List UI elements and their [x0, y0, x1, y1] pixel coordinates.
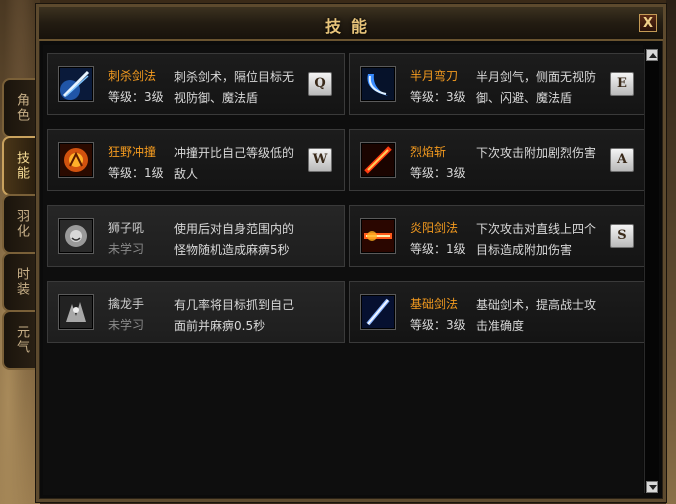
skill-description: 基础剑术，提高战士攻击准确度 [476, 298, 597, 333]
crescent-blade-icon [362, 68, 394, 100]
skill-level: 未学习 [108, 242, 145, 256]
skill-name: 烈焰斩 [410, 145, 447, 159]
skill-name: 狂野冲撞 [108, 145, 157, 159]
hotkey-button[interactable]: A [610, 148, 634, 172]
skill-description: 使用后对自身范围内的怪物随机造成麻痹5秒 [174, 222, 295, 257]
skills-list: 刺杀剑法 等级：3级 刺杀剑术，隔位目标无视防御、魔法盾 Q 半月弯刀 等级：3… [43, 45, 647, 495]
close-button[interactable]: X [639, 14, 657, 32]
scroll-up-button[interactable] [646, 49, 658, 61]
blazing-sun-sword-icon [362, 220, 394, 252]
skill-description: 半月剑气，侧面无视防御、闪避、魔法盾 [476, 70, 597, 105]
skill-icon-frame [58, 294, 94, 330]
skill-icon-frame [58, 66, 94, 102]
tab-fashion[interactable]: 时装 [2, 252, 36, 312]
skill-level: 等级：3级 [410, 90, 466, 104]
scroll-down-button[interactable] [646, 481, 658, 493]
skill-card[interactable]: 刺杀剑法 等级：3级 刺杀剑术，隔位目标无视防御、魔法盾 Q [47, 53, 345, 115]
window-title: 技能 [324, 17, 377, 36]
skill-icon-frame [58, 218, 94, 254]
thrust-sword-icon [60, 68, 92, 100]
skill-name: 狮子吼 [108, 221, 145, 235]
skill-icon-frame [58, 142, 94, 178]
skill-card[interactable]: 擒龙手 未学习 有几率将目标抓到自己面前并麻痹0.5秒 [47, 281, 345, 343]
skill-name: 刺杀剑法 [108, 69, 157, 83]
tab-character[interactable]: 角色 [2, 78, 36, 138]
skill-description: 下次攻击附加剧烈伤害 [476, 146, 597, 160]
skill-name: 半月弯刀 [410, 69, 459, 83]
skill-level: 等级：1级 [108, 166, 164, 180]
skill-card[interactable]: 炎阳剑法 等级：1级 下次攻击对直线上四个目标造成附加伤害 S [349, 205, 647, 267]
skill-name: 基础剑法 [410, 297, 459, 311]
skill-description: 下次攻击对直线上四个目标造成附加伤害 [476, 222, 597, 257]
skill-level: 未学习 [108, 318, 145, 332]
skill-card[interactable]: 基础剑法 等级：3级 基础剑术，提高战士攻击准确度 [349, 281, 647, 343]
skill-level: 等级：3级 [410, 318, 466, 332]
hotkey-button[interactable]: W [308, 148, 332, 172]
skills-window: 技能 X 刺杀剑法 等级：3级 刺杀剑术，隔位目标无视防御、魔法盾 Q 半月弯刀… [36, 4, 666, 502]
skill-card[interactable]: 半月弯刀 等级：3级 半月剑气，侧面无视防御、闪避、魔法盾 E [349, 53, 647, 115]
background-scenery-right [666, 0, 676, 504]
skill-icon-frame [360, 142, 396, 178]
hotkey-button[interactable]: Q [308, 72, 332, 96]
skill-icon-frame [360, 66, 396, 102]
window-titlebar[interactable]: 技能 X [39, 7, 663, 41]
skill-icon-frame [360, 218, 396, 254]
scrollbar[interactable] [644, 49, 659, 493]
skill-level: 等级：3级 [410, 166, 466, 180]
skill-description: 刺杀剑术，隔位目标无视防御、魔法盾 [174, 70, 295, 105]
skill-level: 等级：3级 [108, 90, 164, 104]
tab-feather[interactable]: 羽化 [2, 194, 36, 254]
basic-sword-icon [362, 296, 394, 328]
flame-slash-icon [362, 144, 394, 176]
wild-charge-icon [60, 144, 92, 176]
skill-card[interactable]: 烈焰斩 等级：3级 下次攻击附加剧烈伤害 A [349, 129, 647, 191]
skill-card[interactable]: 狂野冲撞 等级：1级 冲撞开比自己等级低的敌人 W [47, 129, 345, 191]
skill-name: 炎阳剑法 [410, 221, 459, 235]
skill-description: 有几率将目标抓到自己面前并麻痹0.5秒 [174, 298, 295, 333]
skill-level: 等级：1级 [410, 242, 466, 256]
skill-description: 冲撞开比自己等级低的敌人 [174, 146, 295, 181]
tab-vitality[interactable]: 元气 [2, 310, 36, 370]
skill-card[interactable]: 狮子吼 未学习 使用后对自身范围内的怪物随机造成麻痹5秒 [47, 205, 345, 267]
hotkey-button[interactable]: S [610, 224, 634, 248]
dragon-grab-icon [60, 296, 92, 328]
tab-skills[interactable]: 技能 [2, 136, 36, 196]
hotkey-button[interactable]: E [610, 72, 634, 96]
lion-roar-icon [60, 220, 92, 252]
skill-name: 擒龙手 [108, 297, 145, 311]
skill-icon-frame [360, 294, 396, 330]
